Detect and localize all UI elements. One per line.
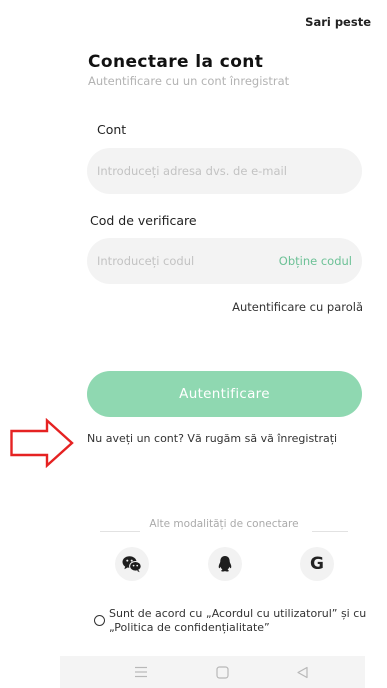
google-icon: G xyxy=(310,554,324,574)
home-icon[interactable] xyxy=(216,666,229,679)
qq-login-button[interactable] xyxy=(208,547,242,581)
agreement-text: Sunt de acord cu „Acordul cu utilizatoru… xyxy=(109,607,379,635)
agreement-line-2: „Politica de confidențialitate” xyxy=(109,621,270,634)
email-input[interactable] xyxy=(97,164,352,178)
divider-right xyxy=(312,531,348,532)
register-link[interactable]: Nu aveți un cont? Vă rugăm să vă înregis… xyxy=(87,432,337,445)
wechat-icon xyxy=(122,556,142,573)
account-label: Cont xyxy=(97,122,127,137)
google-login-button[interactable]: G xyxy=(300,547,334,581)
password-login-link[interactable]: Autentificare cu parolă xyxy=(232,300,363,314)
system-navigation-bar xyxy=(60,656,365,688)
divider-left xyxy=(100,531,140,532)
other-login-methods-label: Alte modalități de conectare xyxy=(149,518,299,530)
login-button[interactable]: Autentificare xyxy=(87,371,362,417)
agreement-radio[interactable] xyxy=(94,615,105,626)
menu-icon[interactable] xyxy=(134,666,148,678)
verification-code-input[interactable] xyxy=(97,254,279,268)
code-field-container: Obține codul xyxy=(87,238,362,284)
skip-link[interactable]: Sari peste xyxy=(305,15,371,29)
agreement-line-1: Sunt de acord cu „Acordul cu utilizatoru… xyxy=(109,607,367,620)
email-field-container xyxy=(87,148,362,194)
get-code-button[interactable]: Obține codul xyxy=(279,254,352,268)
annotation-arrow-icon xyxy=(10,418,74,468)
page-title: Conectare la cont xyxy=(88,52,264,72)
back-icon[interactable] xyxy=(296,666,309,679)
verification-code-label: Cod de verificare xyxy=(90,213,197,228)
wechat-login-button[interactable] xyxy=(115,547,149,581)
page-subtitle: Autentificare cu un cont înregistrat xyxy=(88,74,290,88)
qq-icon xyxy=(218,556,232,572)
